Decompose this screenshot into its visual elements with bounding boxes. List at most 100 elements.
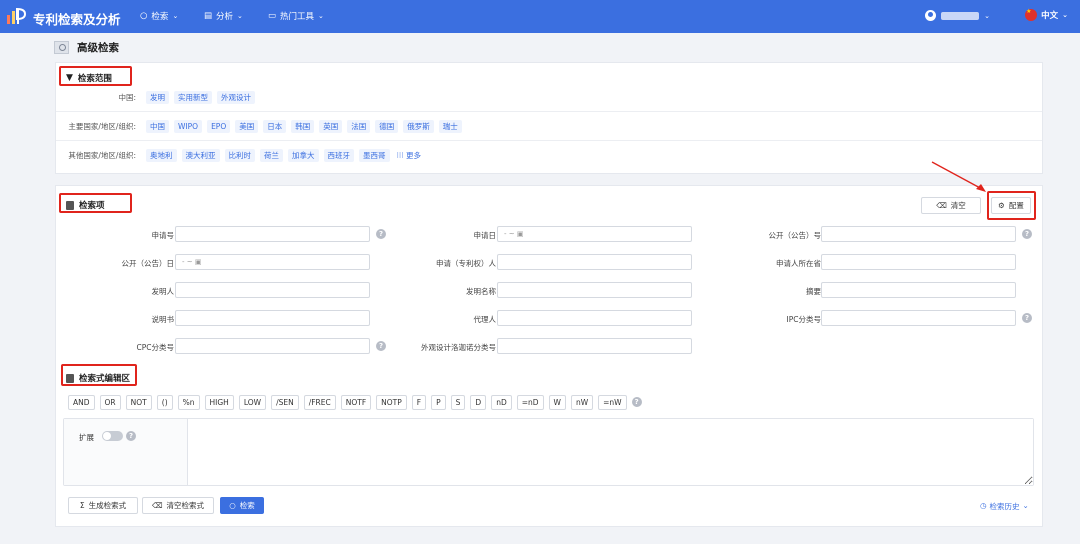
search-fields-panel: 检索项 ⌫ 清空 ⚙ 配置 申请号? 申请日 - ~ ▣ 公开（公告）号? 公开（公告）… xyxy=(55,185,1043,527)
chip-country[interactable]: 墨西哥 xyxy=(359,149,390,162)
search-button[interactable]: ○ 检索 xyxy=(220,497,264,514)
field-input[interactable] xyxy=(821,310,1016,326)
field-label: CPC分类号 xyxy=(136,343,175,352)
chip-country[interactable]: 美国 xyxy=(235,120,259,133)
operator-toolbar: AND OR NOT () %n HIGH LOW/SEN/FREC NOTF NOTP F P S D… xyxy=(68,395,642,410)
field-label: 公开（公告）日 xyxy=(121,259,175,268)
operator-button[interactable]: nW xyxy=(570,395,594,410)
field-input[interactable] xyxy=(497,282,692,298)
search-history-link[interactable]: ◷ 检索历史 ⌄ xyxy=(980,501,1029,512)
app-logo-icon[interactable] xyxy=(6,7,26,25)
field-input[interactable] xyxy=(175,338,370,354)
page-title: 高级检索 xyxy=(77,42,119,54)
chip-country[interactable]: 韩国 xyxy=(291,120,315,133)
operator-button[interactable]: nD xyxy=(491,395,512,410)
fields-header: 检索项 xyxy=(66,199,105,211)
config-button[interactable]: ⚙ 配置 xyxy=(991,197,1031,214)
clear-expression-button[interactable]: ⌫ 清空检索式 xyxy=(142,497,214,514)
operator-button[interactable]: =nD xyxy=(516,395,544,410)
date-range-placeholder: - ~ xyxy=(504,230,515,238)
expression-textarea[interactable] xyxy=(189,419,1033,485)
operator-button[interactable]: =nW xyxy=(598,395,627,410)
divider xyxy=(56,140,1042,141)
operator-button[interactable]: S xyxy=(450,395,466,410)
expand-toggle[interactable] xyxy=(102,431,123,441)
chip-utility-model[interactable]: 实用新型 xyxy=(174,91,212,104)
document-icon xyxy=(66,373,74,383)
scope-row-label: 其他国家/地区/组织: xyxy=(68,151,136,160)
monitor-icon: ▭ xyxy=(268,11,277,21)
chip-country[interactable]: WIPO xyxy=(174,120,203,133)
user-menu[interactable]: ⌄ xyxy=(925,10,990,21)
field-input[interactable] xyxy=(497,310,692,326)
chip-country[interactable]: 奥地利 xyxy=(146,149,177,162)
help-icon[interactable]: ? xyxy=(631,397,642,407)
scope-chip-group: 发明 实用新型 外观设计 xyxy=(146,91,260,104)
field-input[interactable] xyxy=(497,338,692,354)
operator-button[interactable]: HIGH xyxy=(204,395,234,410)
operator-button[interactable]: %n xyxy=(177,395,200,410)
chip-country[interactable]: 瑞士 xyxy=(438,120,462,133)
language-selector[interactable]: 中文 ⌄ xyxy=(1025,8,1068,21)
help-icon[interactable]: ? xyxy=(1022,229,1032,239)
field-label: 申请（专利权）人 xyxy=(436,259,496,268)
operator-button[interactable]: NOTF xyxy=(340,395,372,410)
scope-header-label: 检索范围 xyxy=(77,74,112,84)
operator-button[interactable]: /FREC xyxy=(303,395,336,410)
field-input[interactable] xyxy=(821,254,1016,270)
help-icon[interactable]: ? xyxy=(126,431,136,441)
app-brand[interactable]: 专利检索及分析 xyxy=(33,9,121,28)
operator-button[interactable]: OR xyxy=(99,395,121,410)
operator-button[interactable]: F xyxy=(411,395,427,410)
field-input[interactable] xyxy=(497,254,692,270)
operator-button[interactable]: NOT xyxy=(125,395,152,410)
operator-button[interactable]: D xyxy=(470,395,487,410)
date-range-input[interactable]: - ~ ▣ xyxy=(497,226,692,242)
chart-icon: ▤ xyxy=(204,11,213,21)
clear-fields-button[interactable]: ⌫ 清空 xyxy=(921,197,981,214)
annotation-arrow-icon xyxy=(931,161,986,192)
field-input[interactable] xyxy=(175,310,370,326)
operator-button[interactable]: NOTP xyxy=(376,395,407,410)
field-input[interactable] xyxy=(821,282,1016,298)
operator-button[interactable]: /SEN xyxy=(271,395,299,410)
more-countries-link[interactable]: ⁝⁝⁝ 更多 xyxy=(397,150,422,161)
more-label: 更多 xyxy=(406,151,422,160)
chip-country[interactable]: EPO xyxy=(207,120,231,133)
chip-country[interactable]: 荷兰 xyxy=(260,149,283,162)
chip-design[interactable]: 外观设计 xyxy=(217,91,255,104)
help-icon[interactable]: ? xyxy=(1022,313,1032,323)
operator-button[interactable]: P xyxy=(431,395,446,410)
date-range-input[interactable]: - ~ ▣ xyxy=(175,254,370,270)
nav-search[interactable]: ○ 检索 ⌄ xyxy=(140,10,178,22)
field-input[interactable] xyxy=(175,226,370,242)
operator-button[interactable]: () xyxy=(156,395,173,410)
chip-country[interactable]: 英国 xyxy=(319,120,343,133)
field-input[interactable] xyxy=(175,282,370,298)
help-icon[interactable]: ? xyxy=(376,341,386,351)
generate-expression-button[interactable]: Σ 生成检索式 xyxy=(68,497,138,514)
editor-header-label: 检索式编辑区 xyxy=(79,374,131,384)
chip-country[interactable]: 中国 xyxy=(146,120,169,133)
chip-country[interactable]: 澳大利亚 xyxy=(181,149,220,162)
help-icon[interactable]: ? xyxy=(376,229,386,239)
chip-country[interactable]: 西班牙 xyxy=(323,149,354,162)
field-label: 公开（公告）号 xyxy=(768,231,822,240)
eraser-icon: ⌫ xyxy=(151,501,163,510)
grid-icon: ⁝⁝⁝ xyxy=(396,151,404,160)
operator-button[interactable]: W xyxy=(548,395,566,410)
chip-country[interactable]: 日本 xyxy=(263,120,287,133)
chip-country[interactable]: 比利时 xyxy=(224,149,255,162)
field-input[interactable] xyxy=(821,226,1016,242)
language-label: 中文 xyxy=(1041,11,1059,21)
chip-country[interactable]: 俄罗斯 xyxy=(403,120,434,133)
chip-country[interactable]: 法国 xyxy=(347,120,371,133)
chip-country[interactable]: 加拿大 xyxy=(288,149,319,162)
operator-button[interactable]: LOW xyxy=(238,395,267,410)
nav-tools[interactable]: ▭ 热门工具 ⌄ xyxy=(268,10,324,22)
chip-country[interactable]: 德国 xyxy=(375,120,399,133)
field-label: 摘要 xyxy=(806,287,821,296)
chip-invention[interactable]: 发明 xyxy=(146,91,169,104)
operator-button[interactable]: AND xyxy=(68,395,95,410)
nav-analysis[interactable]: ▤ 分析 ⌄ xyxy=(204,10,243,22)
